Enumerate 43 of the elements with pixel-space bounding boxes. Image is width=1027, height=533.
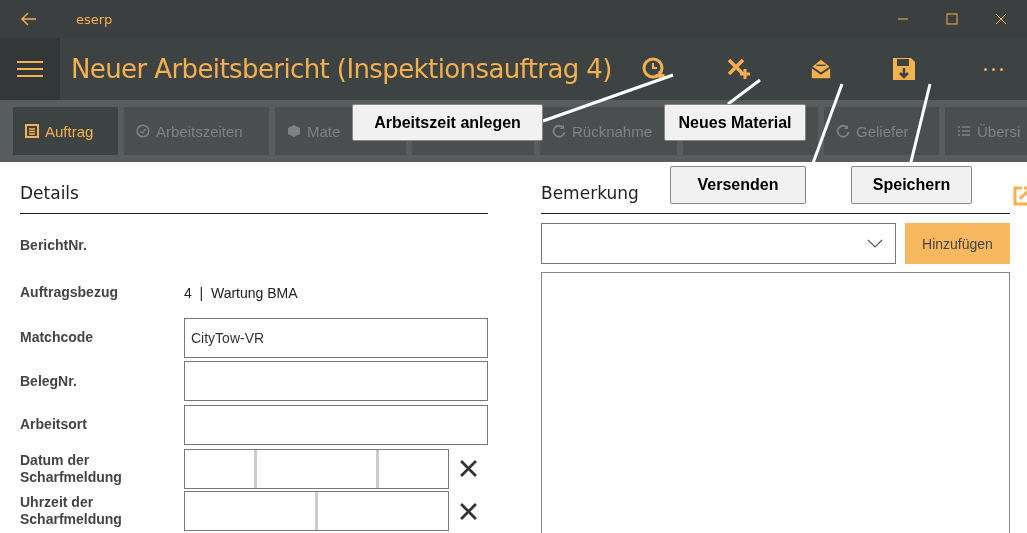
clock-icon: [136, 124, 150, 138]
menu-icon: [17, 60, 43, 78]
field-value: 4 | Wartung BMA: [184, 284, 299, 301]
input-field[interactable]: [184, 448, 449, 489]
close-icon[interactable]: [995, 13, 1007, 25]
refresh-icon: [552, 124, 566, 138]
input-field[interactable]: [184, 361, 488, 402]
clear-icon[interactable]: [460, 460, 477, 477]
callout-tooltip: Arbeitszeit anlegen: [352, 104, 543, 141]
menu-button[interactable]: [0, 38, 60, 100]
field-label: BelegNr.: [20, 372, 78, 390]
tools-plus-icon[interactable]: [725, 57, 750, 81]
list-icon: [25, 124, 39, 138]
field-label: Matchcode: [20, 329, 95, 347]
field-label: Auftragsbezug: [20, 284, 119, 301]
window-title: eserp: [76, 11, 113, 27]
input-field[interactable]: [184, 491, 449, 531]
refresh-icon: [836, 124, 850, 138]
save-icon[interactable]: [891, 57, 916, 81]
section-heading: Details: [20, 162, 488, 214]
field-label: Datum der Scharfmeldung: [20, 451, 123, 486]
chevron-icon: [867, 239, 883, 248]
tab[interactable]: Auftrag: [13, 107, 118, 155]
input-field[interactable]: [184, 404, 488, 445]
list-icon: [957, 124, 971, 138]
clock-plus-icon[interactable]: [641, 57, 666, 81]
callout-tooltip: Speichern: [851, 166, 972, 204]
dropdown[interactable]: [541, 223, 896, 264]
field-label: Uhrzeit der Scharfmeldung: [20, 494, 123, 528]
input-field[interactable]: CityTow-VR: [184, 317, 488, 358]
add-button[interactable]: Hinzufügen: [905, 223, 1010, 264]
clear-icon[interactable]: [460, 502, 477, 520]
callout-tooltip: Versenden: [670, 166, 806, 204]
leader-line: [727, 78, 761, 106]
section-heading: Bemerkung: [541, 182, 639, 205]
box-icon: [287, 124, 301, 138]
callout-tooltip: Neues Material: [664, 104, 806, 141]
field-label: BerichtNr.: [20, 237, 88, 254]
back-icon[interactable]: [21, 12, 37, 26]
maximize-icon[interactable]: [946, 13, 958, 25]
envelope-icon[interactable]: [809, 58, 832, 80]
field-label: Arbeitsort: [20, 416, 88, 434]
page-title: Neuer Arbeitsbericht (Inspektionsauftrag 4): [71, 54, 612, 84]
